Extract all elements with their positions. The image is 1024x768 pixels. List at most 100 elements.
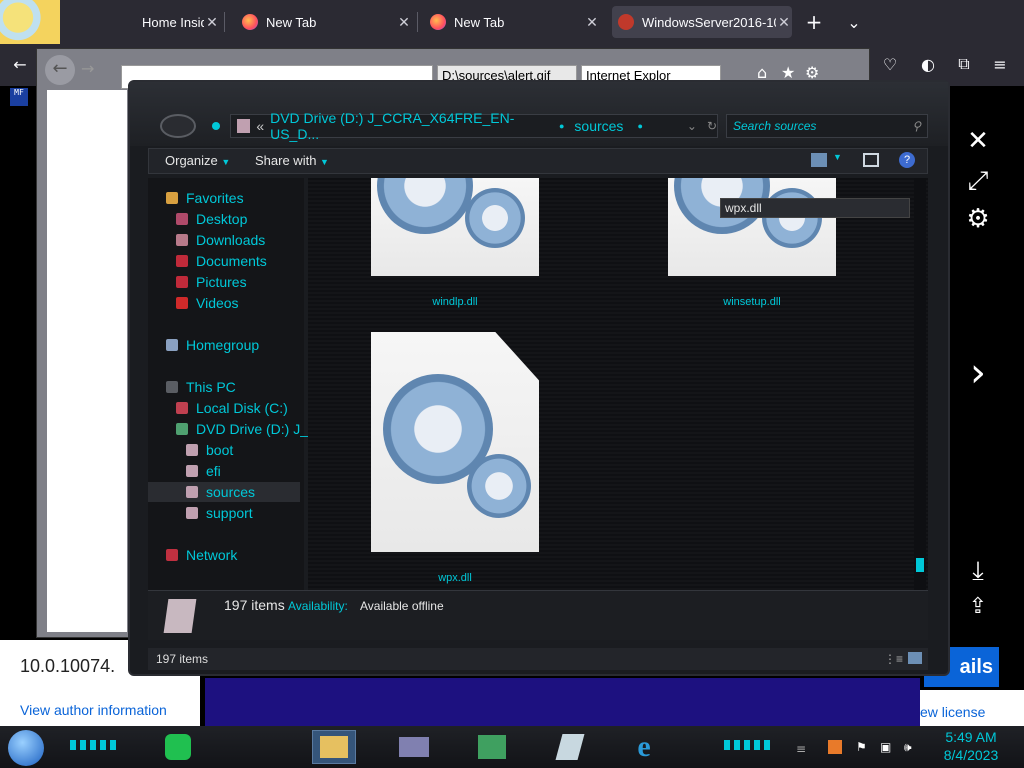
- nav-label: Local Disk (C:): [196, 400, 288, 416]
- folder-preview-icon: [163, 599, 197, 633]
- expand-icon[interactable]: ⤢: [958, 166, 998, 197]
- nav-desktop[interactable]: Desktop: [176, 209, 247, 229]
- tab-divider: [417, 12, 418, 32]
- address-bar[interactable]: « DVD Drive (D:) J_CCRA_X64FRE_EN-US_D..…: [230, 110, 718, 142]
- close-viewer-icon[interactable]: ✕: [958, 126, 998, 156]
- list-all-tabs-button[interactable]: ⌄: [842, 10, 866, 34]
- back-forward-icon[interactable]: [160, 114, 196, 138]
- extensions-icon[interactable]: ⧉: [952, 52, 976, 76]
- tab-new-tab-2[interactable]: New Tab ✕: [430, 6, 600, 38]
- ie-icon: e: [637, 730, 651, 763]
- taskbar-internet-explorer[interactable]: e: [626, 730, 662, 764]
- action-center-icon[interactable]: ⚑: [856, 740, 867, 754]
- refresh-icon[interactable]: ↻: [707, 119, 717, 133]
- nav-homegroup[interactable]: Homegroup: [166, 335, 259, 355]
- dvd-icon: [176, 423, 188, 435]
- details-pane: 197 items Availability: Available offlin…: [148, 590, 928, 640]
- close-icon[interactable]: ✕: [204, 14, 220, 31]
- author-link[interactable]: View author information: [20, 702, 167, 718]
- close-icon[interactable]: ✕: [584, 14, 600, 31]
- taskbar-file-explorer[interactable]: [312, 730, 356, 764]
- preview-pane-icon[interactable]: [863, 153, 879, 167]
- tab-new-tab-1[interactable]: New Tab ✕: [242, 6, 412, 38]
- next-arrow-icon[interactable]: ›: [958, 350, 998, 396]
- breadcrumb-separator-icon: ●: [558, 121, 565, 131]
- nav-label: DVD Drive (D:) J_C: [196, 421, 319, 437]
- nav-efi[interactable]: efi: [186, 461, 221, 481]
- nav-label: boot: [206, 442, 234, 458]
- scrollbar-thumb[interactable]: [916, 558, 924, 572]
- taskbar-app-window[interactable]: [396, 730, 432, 764]
- nav-dvd-drive[interactable]: DVD Drive (D:) J_C: [176, 419, 318, 439]
- large-icons-view-icon[interactable]: [908, 652, 922, 664]
- window-icon: [399, 737, 429, 757]
- taskbar-app-notes[interactable]: [552, 730, 588, 764]
- taskbar-app-download[interactable]: [474, 730, 510, 764]
- nav-documents[interactable]: Documents: [176, 251, 267, 271]
- notes-app-icon: [165, 734, 191, 760]
- tab-divider: [224, 12, 225, 32]
- close-icon[interactable]: ✕: [396, 14, 412, 31]
- file-item[interactable]: windlp.dll: [371, 178, 541, 313]
- new-tab-button[interactable]: +: [802, 10, 826, 34]
- chevron-down-icon[interactable]: ⌄: [687, 119, 697, 133]
- volume-icon[interactable]: 🕪: [904, 740, 912, 755]
- nav-this-pc[interactable]: This PC: [166, 377, 236, 397]
- search-placeholder: Search sources: [733, 119, 817, 133]
- breadcrumb-sources[interactable]: sources: [574, 118, 623, 134]
- availability-label: Availability:: [288, 599, 348, 613]
- nav-videos[interactable]: Videos: [176, 293, 239, 313]
- download-icon[interactable]: ⤓: [958, 556, 998, 587]
- nav-favorites[interactable]: Favorites: [166, 188, 244, 208]
- ie-back-icon[interactable]: ←: [45, 55, 75, 85]
- back-icon[interactable]: ←: [8, 52, 32, 76]
- share-icon[interactable]: ⇪: [958, 594, 998, 619]
- mft-icon: MF: [10, 88, 28, 106]
- chevron-down-icon[interactable]: ▼: [833, 152, 842, 162]
- breadcrumb-dropdown-icon[interactable]: ●: [637, 121, 642, 131]
- drive-icon: [237, 119, 251, 133]
- nav-local-disk[interactable]: Local Disk (C:): [176, 398, 288, 418]
- tray-app-icon[interactable]: [828, 740, 842, 754]
- nav-support[interactable]: support: [186, 503, 253, 523]
- share-with-button[interactable]: Share with ▼: [255, 153, 329, 168]
- breadcrumb-overflow[interactable]: «: [256, 118, 264, 134]
- ie-forward-icon[interactable]: →: [81, 59, 94, 78]
- videos-icon: [176, 297, 188, 309]
- folder-icon: [186, 444, 198, 456]
- license-link[interactable]: ew license: [920, 704, 985, 720]
- system-clock[interactable]: 5:49 AM 8/4/2023: [940, 728, 1002, 764]
- taskbar: e ≡: [0, 726, 1024, 768]
- vpn-icon[interactable]: ◐: [916, 52, 940, 76]
- recent-dot-icon[interactable]: [212, 122, 220, 130]
- nav-boot[interactable]: boot: [186, 440, 233, 460]
- nav-downloads[interactable]: Downloads: [176, 230, 265, 250]
- network-tray-icon[interactable]: ▣: [880, 740, 891, 754]
- help-icon[interactable]: ?: [899, 152, 915, 168]
- gear-icon[interactable]: ⚙: [958, 204, 998, 234]
- dll-file-icon: [371, 178, 539, 276]
- organize-button[interactable]: Organize ▼: [165, 153, 230, 168]
- tab-windows-server[interactable]: WindowsServer2016-10. ✕: [612, 6, 792, 38]
- tab-label: Home Insid: [142, 14, 204, 30]
- tab-home-insider[interactable]: Home Insid ✕: [142, 6, 220, 38]
- decor-icon: [724, 740, 774, 750]
- folder-icon: [186, 507, 198, 519]
- scrollbar[interactable]: [914, 178, 926, 590]
- nav-network[interactable]: Network: [166, 545, 237, 565]
- search-input[interactable]: Search sources ⚲: [726, 114, 928, 138]
- menu-icon[interactable]: ≡: [988, 52, 1012, 76]
- close-icon[interactable]: ✕: [776, 14, 792, 31]
- nav-pictures[interactable]: Pictures: [176, 272, 247, 292]
- taskbar-firefox[interactable]: [240, 730, 276, 764]
- view-options-icon[interactable]: [811, 153, 827, 167]
- taskbar-notes-app[interactable]: [160, 730, 196, 764]
- pocket-icon[interactable]: ♡: [878, 52, 902, 76]
- breadcrumb-drive[interactable]: DVD Drive (D:) J_CCRA_X64FRE_EN-US_D...: [270, 110, 549, 142]
- nav-label: support: [206, 505, 253, 521]
- file-item[interactable]: wpx.dll: [371, 332, 541, 587]
- nav-sources[interactable]: sources: [148, 482, 300, 502]
- dll-file-icon: [668, 178, 836, 276]
- details-view-icon[interactable]: ⋮≡: [884, 652, 903, 666]
- start-button[interactable]: [8, 730, 44, 766]
